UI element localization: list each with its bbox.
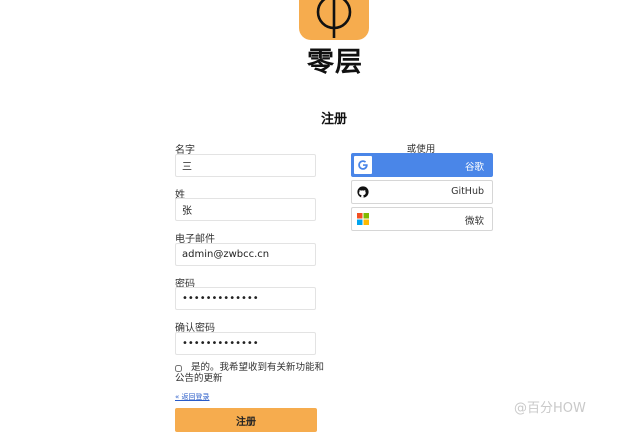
logo — [299, 0, 369, 40]
first-name-input[interactable] — [175, 154, 316, 177]
last-name-input[interactable] — [175, 198, 316, 221]
google-icon — [354, 156, 372, 174]
github-signin-button[interactable]: GitHub — [351, 180, 493, 204]
updates-consent-text: 是的。我希望收到有关新功能和公告的更新 — [175, 362, 325, 384]
google-signin-button[interactable]: 谷歌 — [351, 153, 493, 177]
page-title: 注册 — [320, 112, 347, 127]
microsoft-icon — [354, 210, 372, 228]
email-input[interactable] — [175, 243, 316, 266]
brand-name: 零层 — [307, 47, 363, 78]
watermark: @百分HOW — [514, 401, 586, 416]
back-to-login-link[interactable]: « 返回登录 — [175, 392, 210, 402]
github-signin-label: GitHub — [451, 186, 484, 197]
google-signin-label: 谷歌 — [464, 162, 484, 173]
confirm-password-input[interactable] — [175, 332, 316, 355]
microsoft-signin-button[interactable]: 微软 — [351, 207, 493, 231]
register-button[interactable]: 注册 — [175, 408, 317, 432]
password-input[interactable] — [175, 287, 316, 310]
github-icon — [354, 183, 372, 201]
logo-icon — [316, 0, 352, 38]
microsoft-signin-label: 微软 — [464, 216, 484, 227]
